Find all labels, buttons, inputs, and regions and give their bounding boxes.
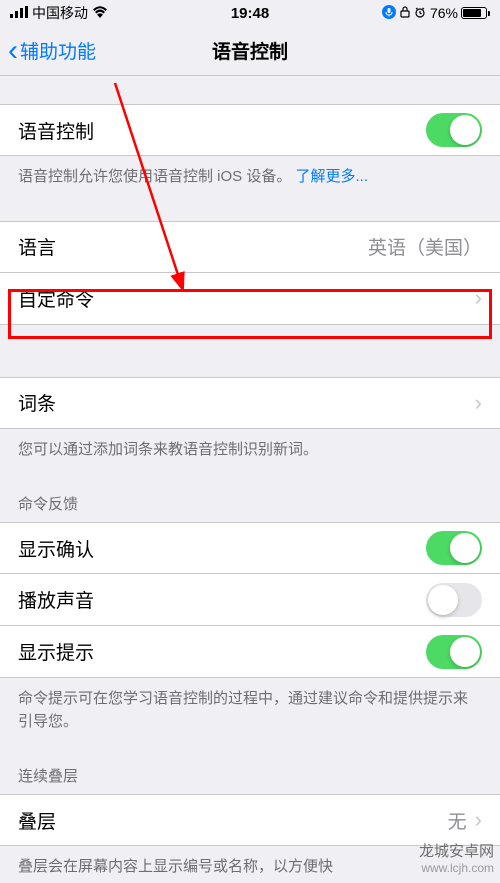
wifi-icon [92, 5, 108, 21]
vocabulary-footer: 您可以通过添加词条来教语音控制识别新词。 [0, 429, 500, 462]
voice-control-toggle[interactable] [426, 113, 482, 147]
voice-control-row[interactable]: 语音控制 [0, 104, 500, 156]
custom-commands-label: 自定命令 [18, 285, 94, 312]
show-hints-row[interactable]: 显示提示 [0, 626, 500, 678]
carrier-text: 中国移动 [32, 3, 88, 23]
status-right: 76% [382, 5, 490, 22]
back-button[interactable]: ‹ 辅助功能 [0, 36, 96, 66]
show-confirmation-row[interactable]: 显示确认 [0, 522, 500, 574]
status-left: 中国移动 [10, 3, 108, 23]
battery-indicator: 76% [430, 5, 490, 21]
status-bar: 中国移动 19:48 76% [0, 0, 500, 26]
mic-status-icon [382, 5, 396, 22]
lock-icon [400, 5, 410, 21]
chevron-right-icon: › [475, 807, 482, 833]
play-sound-label: 播放声音 [18, 586, 94, 613]
voice-control-label: 语音控制 [18, 117, 94, 144]
show-hints-label: 显示提示 [18, 638, 94, 665]
language-label: 语言 [18, 233, 56, 260]
learn-more-link[interactable]: 了解更多... [296, 168, 369, 185]
overlay-footer: 叠层会在屏幕内容上显示编号或名称，以方便快 [0, 846, 500, 879]
battery-pct: 76% [430, 5, 458, 21]
vocabulary-label: 词条 [18, 389, 56, 416]
language-row[interactable]: 语言 英语（美国） [0, 221, 500, 273]
nav-bar: ‹ 辅助功能 语音控制 [0, 26, 500, 76]
show-hints-toggle[interactable] [426, 635, 482, 669]
overlay-row[interactable]: 叠层 无 › [0, 794, 500, 846]
voice-control-footer: 语音控制允许您使用语音控制 iOS 设备。 了解更多... [0, 156, 500, 189]
play-sound-toggle[interactable] [426, 583, 482, 617]
chevron-right-icon: › [475, 285, 482, 311]
overlay-value: 无 [448, 807, 467, 834]
signal-icon [10, 5, 28, 21]
chevron-right-icon: › [475, 390, 482, 416]
overlay-header: 连续叠层 [0, 751, 500, 794]
feedback-footer: 命令提示可在您学习语音控制的过程中，通过建议命令和提供提示来引导您。 [0, 678, 500, 733]
custom-commands-row[interactable]: 自定命令 › [0, 273, 500, 325]
show-confirmation-toggle[interactable] [426, 531, 482, 565]
feedback-header: 命令反馈 [0, 479, 500, 522]
show-confirmation-label: 显示确认 [18, 535, 94, 562]
overlay-label: 叠层 [18, 807, 56, 834]
vocabulary-row[interactable]: 词条 › [0, 377, 500, 429]
alarm-icon [414, 5, 426, 21]
back-label: 辅助功能 [20, 37, 96, 64]
play-sound-row[interactable]: 播放声音 [0, 574, 500, 626]
chevron-left-icon: ‹ [8, 36, 18, 66]
language-value: 英语（美国） [368, 233, 482, 260]
